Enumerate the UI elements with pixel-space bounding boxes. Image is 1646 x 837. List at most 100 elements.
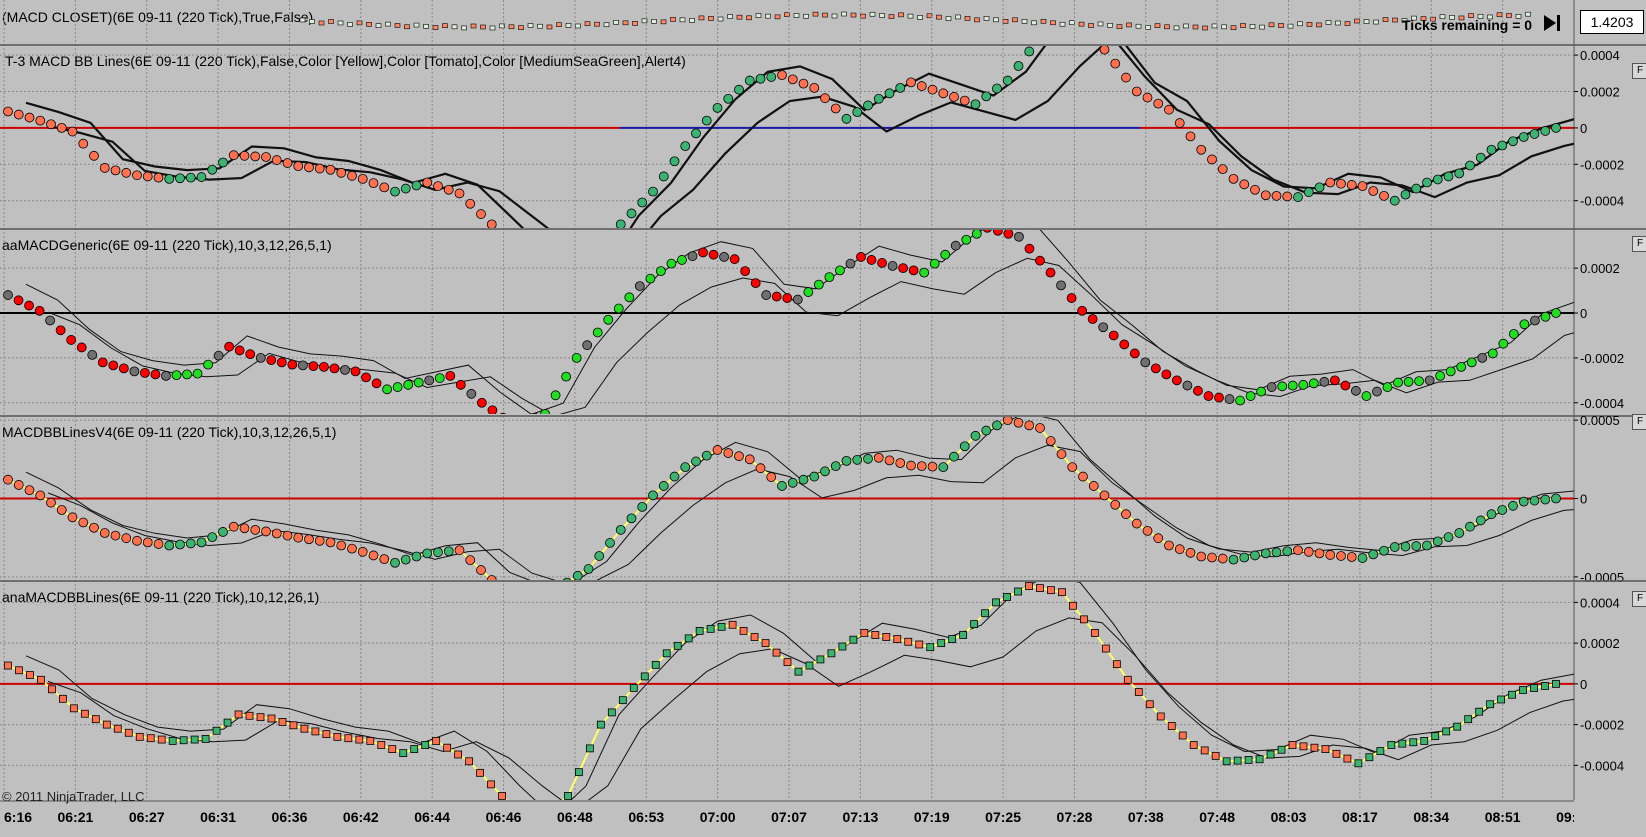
macd-point: [347, 170, 357, 181]
x-tick-label: 07:07: [771, 809, 807, 825]
panel-button-1[interactable]: F: [1632, 236, 1646, 252]
strip-candle: [936, 14, 942, 20]
copyright-label: © 2011 NinjaTrader, LLC: [2, 789, 145, 804]
strip-candle: [1183, 23, 1189, 29]
macd-point: [866, 255, 877, 265]
macd-point: [78, 517, 89, 528]
macd-point: [708, 249, 719, 260]
strip-candle: [328, 19, 334, 24]
macd-point: [304, 162, 314, 173]
macd-point: [368, 550, 379, 561]
macd-point: [916, 461, 927, 472]
macd-point: [592, 327, 603, 338]
macd-point: [838, 642, 847, 651]
panel-button-0[interactable]: F: [1632, 63, 1646, 79]
y-tick-label: -0.0002: [1580, 157, 1624, 172]
macd-point: [207, 532, 218, 543]
macd-point: [1487, 348, 1498, 359]
macd-point: [658, 481, 669, 491]
macd-point: [1260, 190, 1271, 201]
macd-point: [1443, 532, 1454, 543]
strip-candle: [385, 21, 391, 27]
macd-point: [1400, 541, 1411, 552]
macd-point: [744, 454, 755, 465]
macd-point: [278, 718, 287, 726]
macd-point: [1336, 178, 1346, 189]
macd-point: [1088, 481, 1099, 491]
macd-point: [805, 661, 814, 670]
macd-point: [1420, 737, 1429, 745]
macd-point: [403, 379, 414, 390]
macd-point: [1140, 357, 1151, 368]
macd-point: [282, 530, 293, 541]
macd-point: [1002, 75, 1013, 86]
macd-point: [413, 377, 424, 388]
macd-point: [129, 366, 140, 377]
strip-candle: [1069, 20, 1075, 26]
macd-point: [245, 711, 254, 720]
macd-point: [1432, 174, 1443, 185]
macd-point: [135, 732, 144, 741]
macd-point: [1239, 179, 1250, 190]
strip-candle: [1221, 24, 1227, 30]
strip-candle: [461, 25, 467, 31]
macd-point: [1432, 536, 1443, 547]
macd-point: [761, 290, 772, 300]
macd-point: [1282, 191, 1293, 202]
macd-point: [1235, 395, 1245, 406]
macd-point: [1101, 644, 1110, 653]
strip-candle: [584, 21, 591, 26]
macd-point: [1518, 132, 1529, 142]
macd-point: [476, 565, 486, 575]
y-tick-label: 0.0005: [1580, 413, 1620, 428]
strip-candle: [1192, 24, 1199, 30]
macd-point: [377, 741, 386, 749]
strip-candle: [1363, 19, 1370, 24]
macd-point: [1508, 690, 1516, 699]
macd-point: [1465, 160, 1475, 171]
macd-point: [662, 649, 671, 658]
macd-point: [761, 639, 770, 648]
macd-point: [293, 532, 304, 543]
macd-point: [1142, 92, 1153, 103]
strip-candle: [689, 18, 695, 23]
strip-candle: [508, 24, 515, 30]
macd-point: [1182, 380, 1193, 391]
macd-point: [388, 745, 397, 753]
macd-point: [1129, 348, 1140, 359]
play-icon[interactable]: [1541, 12, 1563, 34]
macd-point: [740, 266, 751, 277]
macd-point: [970, 620, 979, 629]
strip-candle: [917, 15, 923, 20]
strip-candle: [1059, 21, 1066, 27]
macd-point: [824, 272, 835, 283]
macd-point: [1530, 315, 1540, 326]
macd-point: [981, 425, 992, 436]
macd-point: [185, 538, 196, 549]
macd-point: [256, 713, 265, 722]
macd-point: [798, 78, 809, 89]
macd-point: [1325, 177, 1336, 188]
macd-point: [207, 164, 218, 175]
strip-candle: [1316, 22, 1322, 28]
strip-candle: [1116, 24, 1123, 29]
macd-point: [1056, 449, 1067, 459]
macd-point: [1336, 551, 1346, 561]
panel-button-3[interactable]: F: [1632, 591, 1646, 607]
macd-point: [1453, 722, 1462, 731]
macd-point: [938, 462, 949, 473]
panel-button-2[interactable]: F: [1632, 414, 1646, 430]
macd-point: [234, 710, 243, 719]
macd-point: [618, 696, 627, 705]
strip-candle: [1240, 23, 1246, 28]
macd-point: [626, 208, 637, 219]
macd-point: [1217, 164, 1228, 175]
macd-point: [729, 254, 740, 265]
macd-point: [835, 265, 845, 276]
macd-point: [476, 768, 484, 777]
macd-point: [234, 345, 245, 356]
macd-point: [1393, 377, 1403, 388]
macd-point: [629, 684, 638, 692]
x-tick-label: 07:00: [700, 809, 736, 825]
macd-point: [487, 405, 498, 414]
